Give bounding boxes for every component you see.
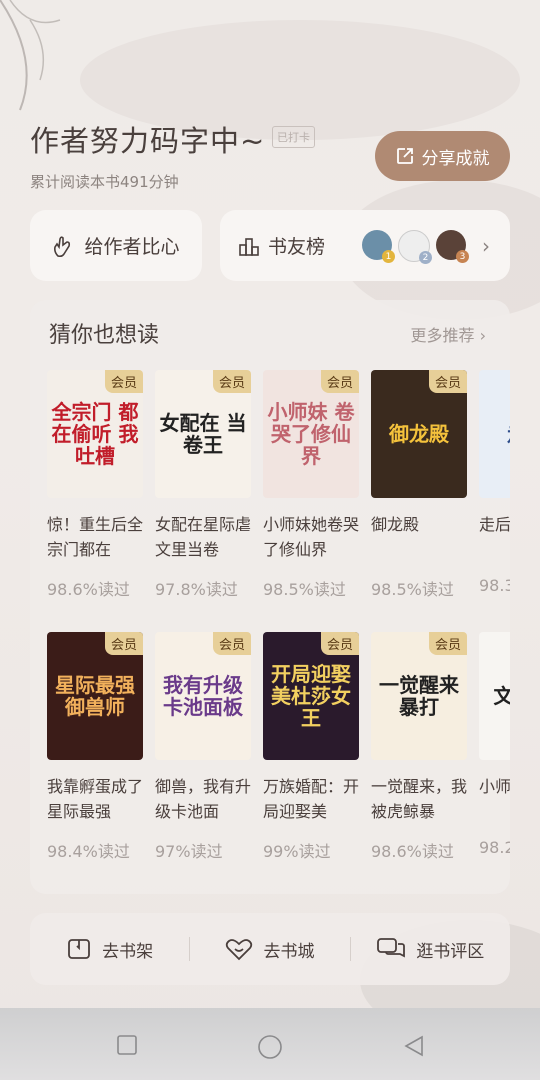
book-item[interactable]: 小师妹 卷哭了修仙界 会员小师妹她卷哭了修仙界 98.5%读过: [263, 370, 359, 600]
go-shelf-label: 去书架: [102, 941, 154, 962]
read-rate: 99%读过: [263, 842, 331, 861]
book-grid: 全宗门 都在偷听 我吐槽 会员 惊！重生后全宗门都在 98.6%读过 女配在 当卷王 会员…: [47, 370, 510, 880]
book-item[interactable]: 走的会员走后升， 98.3: [479, 370, 510, 595]
book-item[interactable]: 星际最强 御兽师 会员我靠孵蛋成了星际最强 98.4%读过: [47, 632, 143, 862]
cover-text: 御龙殿: [389, 422, 449, 446]
heart-store-icon: [226, 939, 253, 961]
back-icon[interactable]: [402, 1034, 426, 1058]
avatar: 1: [362, 230, 395, 263]
book-cover[interactable]: 星际最强 御兽师 会员: [47, 632, 143, 760]
reading-time: 累计阅读本书491分钟: [30, 173, 179, 191]
bottom-actions: 去书架 去书城 逛书评区: [30, 913, 510, 985]
book-item[interactable]: 一觉醒来 暴打 会员一觉醒来，我被虎鲸暴 98.6%读过: [371, 632, 467, 862]
read-rate: 98.2: [479, 838, 510, 857]
book-cover[interactable]: 我有升级 卡池面板 会员: [155, 632, 251, 760]
more-recommend-link[interactable]: 更多推荐 ›: [410, 322, 486, 346]
book-title[interactable]: 走后升，: [479, 512, 510, 562]
chat-bubbles-icon: [377, 938, 406, 958]
chevron-right-icon: ›: [482, 234, 490, 258]
cover-text: 开局迎娶 美杜莎女王: [271, 662, 351, 730]
book-item[interactable]: 开局迎娶 美杜莎女王 会员万族婚配：开局迎娶美 99%读过: [263, 632, 359, 862]
go-store-button[interactable]: 去书城: [190, 936, 349, 962]
book-title[interactable]: 小师疯文: [479, 774, 510, 824]
vip-badge: 会员: [428, 632, 467, 655]
book-cover[interactable]: 女配在 当卷王 会员: [155, 370, 251, 498]
rank-badge: 2: [419, 251, 432, 264]
read-rate: 98.6%读过: [47, 580, 130, 599]
rank-badge: 3: [456, 250, 469, 263]
book-item[interactable]: 女配在 当卷王 会员女配在星际虐文里当卷 97.8%读过: [155, 370, 251, 600]
finger-heart-icon: [54, 235, 71, 257]
book-title[interactable]: 御兽，我有升级卡池面: [155, 774, 251, 824]
go-store-label: 去书城: [263, 941, 315, 962]
book-cover[interactable]: 文学 全会员: [479, 632, 510, 760]
cover-text: 星际最强 御兽师: [55, 673, 135, 719]
rank-badge: 1: [382, 250, 395, 263]
book-cover[interactable]: 全宗门 都在偷听 我吐槽 会员: [47, 370, 143, 498]
book-title[interactable]: 万族婚配：开局迎娶美: [263, 774, 359, 824]
more-recommend-label: 更多推荐: [410, 326, 475, 345]
page-title: 作者努力码字中~: [30, 124, 266, 158]
avatar: 3: [436, 230, 469, 263]
bookshelf-icon: [68, 939, 91, 959]
share-achievement-button[interactable]: 分享成就: [375, 131, 510, 181]
vip-badge: 会员: [212, 370, 251, 393]
like-author-button[interactable]: 给作者比心: [30, 210, 202, 281]
book-cover[interactable]: 御龙殿 会员: [371, 370, 467, 498]
cover-text: 一觉醒来 暴打: [379, 673, 459, 719]
cover-text: 女配在 当卷王: [159, 411, 247, 457]
like-author-label: 给作者比心: [84, 236, 180, 258]
chevron-right-icon: ›: [479, 326, 486, 345]
book-cover[interactable]: 小师妹 卷哭了修仙界 会员: [263, 370, 359, 498]
recommend-title: 猜你也想读: [49, 323, 160, 348]
cover-text: 文学 全: [493, 684, 510, 708]
vip-badge: 会员: [104, 370, 143, 393]
book-title[interactable]: 御龙殿: [371, 512, 467, 562]
cover-text: 我有升级 卡池面板: [163, 673, 243, 719]
avatar: 2: [398, 230, 432, 264]
book-cover[interactable]: 走的会员: [479, 370, 510, 498]
go-review-button[interactable]: 逛书评区: [351, 936, 510, 962]
checkin-stamp: 已打卡: [272, 126, 315, 148]
book-title[interactable]: 女配在星际虐文里当卷: [155, 512, 251, 562]
share-label: 分享成就: [421, 148, 490, 169]
book-item[interactable]: 全宗门 都在偷听 我吐槽 会员惊！重生后全宗门都在 98.6%读过: [47, 370, 143, 600]
read-rate: 98.6%读过: [371, 842, 454, 861]
go-review-label: 逛书评区: [416, 941, 485, 962]
book-title[interactable]: 小师妹她卷哭了修仙界: [263, 512, 359, 562]
recommend-panel: 猜你也想读 更多推荐 › 全宗门 都在偷听 我吐槽 会员 惊！重生后全宗门都在 98.…: [30, 300, 510, 894]
read-rate: 98.4%读过: [47, 842, 130, 861]
system-navigation-bar: [0, 1008, 540, 1080]
book-title[interactable]: 一觉醒来，我被虎鲸暴: [371, 774, 467, 824]
vip-badge: 会员: [212, 632, 251, 655]
book-title[interactable]: 我靠孵蛋成了星际最强: [47, 774, 143, 824]
fans-rank-card[interactable]: 书友榜 1 2 3 ›: [220, 210, 510, 281]
book-cover[interactable]: 一觉醒来 暴打 会员: [371, 632, 467, 760]
home-icon[interactable]: [257, 1034, 283, 1060]
read-rate: 98.5%读过: [263, 580, 346, 599]
read-rate: 98.5%读过: [371, 580, 454, 599]
recent-apps-icon[interactable]: [116, 1034, 138, 1056]
vip-badge: 会员: [104, 632, 143, 655]
share-icon: [396, 148, 413, 164]
vip-badge: 会员: [320, 632, 359, 655]
book-title[interactable]: 惊！重生后全宗门都在: [47, 512, 143, 562]
vip-badge: 会员: [320, 370, 359, 393]
cover-text: 小师妹 卷哭了修仙界: [267, 400, 355, 468]
book-item[interactable]: 御龙殿 会员御龙殿 98.5%读过: [371, 370, 467, 600]
cover-text: 走的: [503, 419, 510, 449]
vip-badge: 会员: [428, 370, 467, 393]
read-rate: 97%读过: [155, 842, 223, 861]
book-item[interactable]: 我有升级 卡池面板 会员御兽，我有升级卡池面 97%读过: [155, 632, 251, 862]
read-rate: 97.8%读过: [155, 580, 238, 599]
cover-text: 全宗门 都在偷听 我吐槽: [51, 400, 139, 468]
book-item[interactable]: 文学 全会员小师疯文 98.2: [479, 632, 510, 857]
read-rate: 98.3: [479, 576, 510, 595]
book-cover[interactable]: 开局迎娶 美杜莎女王 会员: [263, 632, 359, 760]
go-shelf-button[interactable]: 去书架: [30, 936, 189, 962]
rank-podium-icon: [239, 237, 259, 256]
fans-rank-label: 书友榜: [268, 236, 326, 258]
